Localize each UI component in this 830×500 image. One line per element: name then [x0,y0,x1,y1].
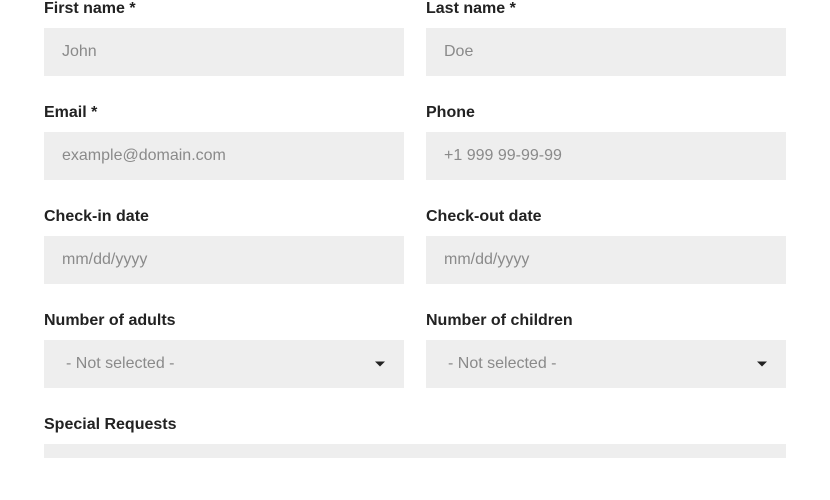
email-label: Email * [44,104,404,122]
phone-input[interactable] [426,132,786,180]
phone-label: Phone [426,104,786,122]
check-out-input[interactable] [426,236,786,284]
adults-label: Number of adults [44,312,404,330]
check-in-field: Check-in date [44,208,404,284]
special-requests-field: Special Requests [44,416,786,458]
booking-form: First name * Last name * Email * Phone C… [44,0,786,458]
check-out-label: Check-out date [426,208,786,226]
check-in-input[interactable] [44,236,404,284]
email-field: Email * [44,104,404,180]
last-name-input[interactable] [426,28,786,76]
last-name-label: Last name * [426,0,786,18]
email-input[interactable] [44,132,404,180]
adults-select[interactable]: - Not selected - [44,340,404,388]
children-label: Number of children [426,312,786,330]
special-requests-label: Special Requests [44,416,786,434]
first-name-field: First name * [44,0,404,76]
children-select[interactable]: - Not selected - [426,340,786,388]
check-in-label: Check-in date [44,208,404,226]
adults-selected-value: - Not selected - [66,355,174,373]
children-selected-value: - Not selected - [448,355,556,373]
check-out-field: Check-out date [426,208,786,284]
adults-field: Number of adults - Not selected - [44,312,404,388]
last-name-field: Last name * [426,0,786,76]
children-field: Number of children - Not selected - [426,312,786,388]
first-name-label: First name * [44,0,404,18]
first-name-input[interactable] [44,28,404,76]
phone-field: Phone [426,104,786,180]
special-requests-input[interactable] [44,444,786,458]
